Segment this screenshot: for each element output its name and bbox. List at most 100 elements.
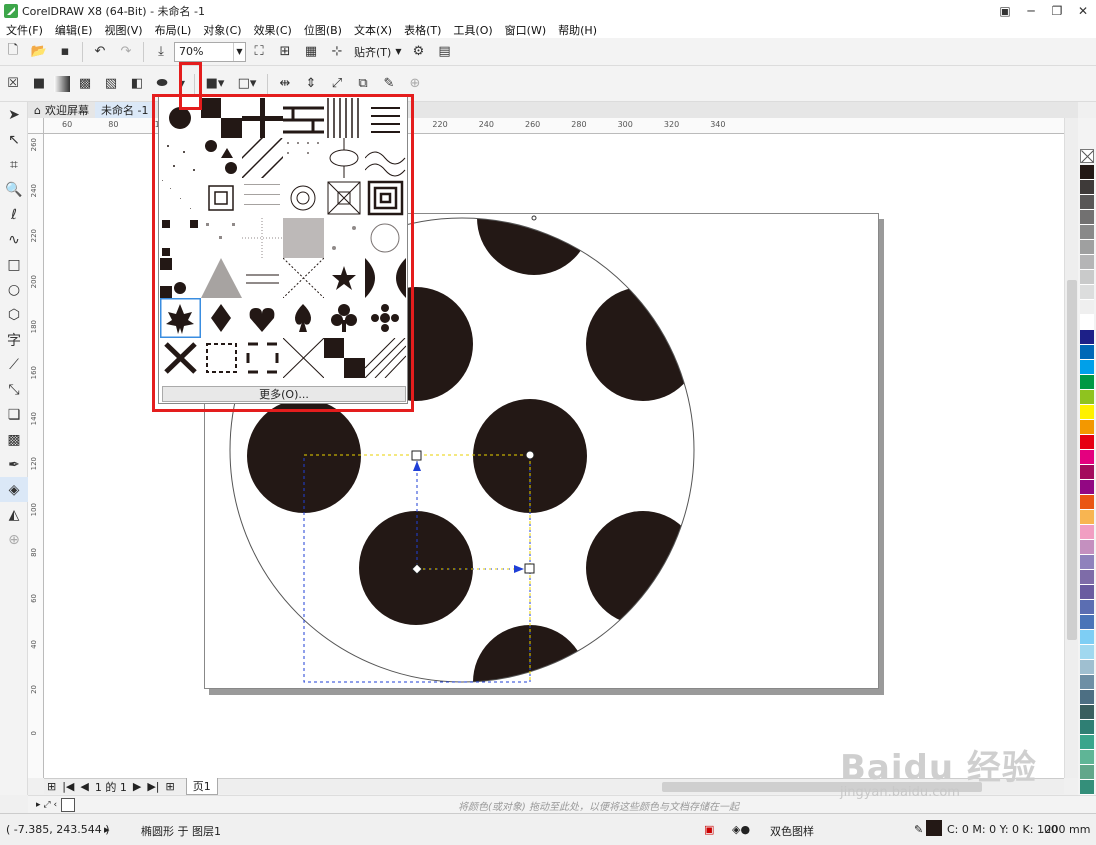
color-swatch[interactable]: [1080, 780, 1094, 795]
menu-item[interactable]: 窗口(W): [505, 22, 546, 38]
color-swatch[interactable]: [1080, 420, 1094, 435]
color-swatch[interactable]: [1080, 210, 1094, 225]
artistic-media-tool-icon[interactable]: ∿: [0, 227, 28, 252]
pattern-swatch[interactable]: [201, 178, 242, 218]
color-swatch[interactable]: [1080, 510, 1094, 525]
pattern-swatch[interactable]: [160, 338, 201, 378]
vector-pattern-fill-icon[interactable]: ▩: [74, 73, 96, 95]
color-swatch[interactable]: [1080, 630, 1094, 645]
tab-welcome-screen[interactable]: ⌂ 欢迎屏幕: [28, 102, 95, 118]
fill-swatch-icon[interactable]: ◈●: [732, 823, 750, 836]
pattern-swatch[interactable]: [365, 178, 406, 218]
pattern-swatch[interactable]: [324, 338, 365, 378]
interactive-fill-tool-icon[interactable]: ◈: [0, 477, 28, 502]
ruler-origin[interactable]: [28, 118, 44, 134]
show-rulers-icon[interactable]: ⊞: [274, 41, 296, 63]
add-icon[interactable]: ⊕: [404, 73, 426, 95]
color-swatch[interactable]: [1080, 675, 1094, 690]
color-swatch[interactable]: [1080, 480, 1094, 495]
new-document-icon[interactable]: 🗋: [2, 41, 24, 63]
close-button[interactable]: ✕: [1070, 0, 1096, 22]
menu-item[interactable]: 文本(X): [354, 22, 392, 38]
pattern-dropdown-chevron-icon[interactable]: ▼: [176, 73, 188, 95]
pattern-swatch[interactable]: [283, 338, 324, 378]
color-swatch[interactable]: [1080, 585, 1094, 600]
color-swatch[interactable]: [1080, 180, 1094, 195]
options-gear-icon[interactable]: ⚙: [407, 41, 429, 63]
pattern-swatch[interactable]: [365, 338, 406, 378]
menu-item[interactable]: 文件(F): [6, 22, 43, 38]
menu-item[interactable]: 对象(C): [203, 22, 241, 38]
pattern-swatch[interactable]: [242, 218, 283, 258]
menu-item[interactable]: 编辑(E): [55, 22, 93, 38]
tab-document[interactable]: 未命名 -1: [94, 102, 155, 118]
full-screen-icon[interactable]: ⛶: [248, 41, 270, 63]
color-swatch[interactable]: [1080, 465, 1094, 480]
application-launcher-icon[interactable]: ▤: [433, 41, 455, 63]
shape-tool-icon[interactable]: ↖: [0, 127, 28, 152]
pattern-swatch[interactable]: [365, 138, 406, 178]
pattern-swatch[interactable]: [201, 258, 242, 298]
bitmap-pattern-fill-icon[interactable]: ▧: [100, 73, 122, 95]
show-grid-icon[interactable]: ▦: [300, 41, 322, 63]
pattern-swatch[interactable]: [324, 258, 365, 298]
menu-item[interactable]: 效果(C): [254, 22, 292, 38]
menu-item[interactable]: 帮助(H): [558, 22, 597, 38]
redo-icon[interactable]: ↷: [115, 41, 137, 63]
no-fill-icon[interactable]: ☒: [2, 73, 24, 95]
pattern-swatch-selected[interactable]: [160, 298, 201, 338]
pattern-swatch[interactable]: [201, 138, 242, 178]
pattern-swatch[interactable]: [283, 98, 324, 138]
color-swatch[interactable]: [1080, 330, 1094, 345]
color-swatch[interactable]: [1080, 750, 1094, 765]
color-swatch[interactable]: [1080, 195, 1094, 210]
color-swatch[interactable]: [1080, 450, 1094, 465]
pattern-swatch[interactable]: [242, 138, 283, 178]
eyedropper-tool-icon[interactable]: ✒: [0, 452, 28, 477]
pattern-swatch[interactable]: [283, 258, 324, 298]
pattern-swatch[interactable]: [365, 258, 406, 298]
snap-to-button[interactable]: 贴齐(T) ▼: [350, 44, 405, 60]
color-swatch[interactable]: [1080, 435, 1094, 450]
color-swatch[interactable]: [1080, 405, 1094, 420]
add-tool-icon[interactable]: ⊕: [0, 527, 28, 552]
palette-options-icon[interactable]: ▸ ⤢ ‹: [36, 800, 57, 810]
edit-fill-icon[interactable]: ✎: [378, 73, 400, 95]
drop-shadow-tool-icon[interactable]: ❏: [0, 402, 28, 427]
document-no-color-swatch[interactable]: [61, 797, 76, 812]
crop-tool-icon[interactable]: ⌗: [0, 152, 28, 177]
undo-icon[interactable]: ↶: [89, 41, 111, 63]
show-guidelines-icon[interactable]: ⊹: [326, 41, 348, 63]
color-swatch[interactable]: [1080, 570, 1094, 585]
ellipse-tool-icon[interactable]: ○: [0, 277, 28, 302]
pattern-swatch[interactable]: [201, 338, 242, 378]
text-tool-icon[interactable]: 字: [0, 327, 28, 352]
polygon-tool-icon[interactable]: ⬡: [0, 302, 28, 327]
color-swatch[interactable]: [1080, 285, 1094, 300]
pattern-preview-icon[interactable]: ⬬: [152, 73, 172, 95]
vertical-ruler[interactable]: 260 240 220 200 180 160 140 120 100 80 60 40 20 0: [28, 134, 44, 778]
color-swatch[interactable]: [1080, 690, 1094, 705]
color-swatch[interactable]: [1080, 375, 1094, 390]
chevron-down-icon[interactable]: ▼: [233, 42, 245, 61]
color-swatch[interactable]: [1080, 225, 1094, 240]
mirror-tiles-horizontal-icon[interactable]: ⇹: [274, 73, 296, 95]
minimize-button[interactable]: ─: [1018, 0, 1044, 22]
pick-tool-icon[interactable]: ➤: [0, 102, 28, 127]
pattern-swatch[interactable]: [242, 338, 283, 378]
pattern-swatch[interactable]: [283, 178, 324, 218]
pattern-swatch[interactable]: [365, 218, 406, 258]
color-swatch[interactable]: [1080, 705, 1094, 720]
pattern-swatch[interactable]: [242, 298, 283, 338]
pattern-swatch[interactable]: [242, 178, 283, 218]
mirror-tiles-vertical-icon[interactable]: ⇕: [300, 73, 322, 95]
next-page-icon[interactable]: ▶: [133, 780, 141, 793]
more-patterns-button[interactable]: 更多(O)...: [162, 386, 406, 402]
color-swatch[interactable]: [1080, 765, 1094, 780]
color-swatch[interactable]: [1080, 555, 1094, 570]
color-swatch[interactable]: [1080, 240, 1094, 255]
menu-item[interactable]: 视图(V): [104, 22, 142, 38]
previous-page-icon[interactable]: ◀: [80, 780, 88, 793]
pattern-swatch[interactable]: [365, 98, 406, 138]
add-page-after-icon[interactable]: ⊞: [166, 780, 175, 793]
